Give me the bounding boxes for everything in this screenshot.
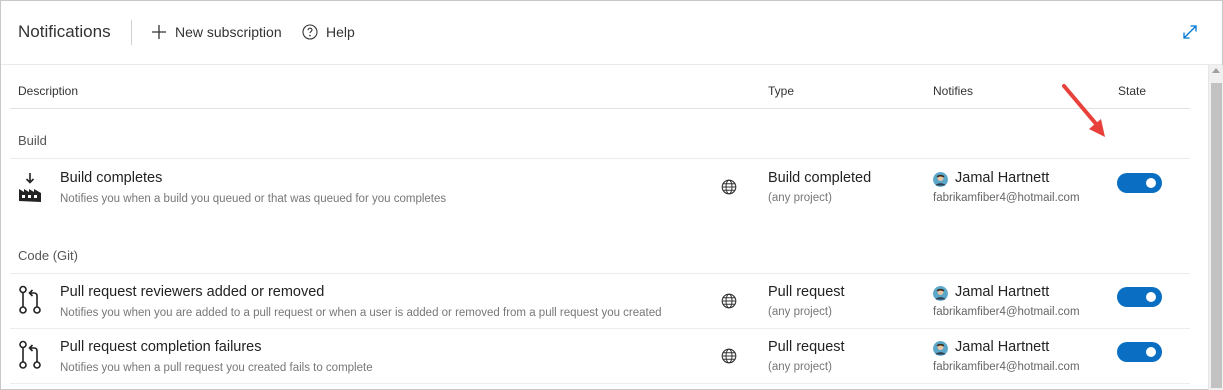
subscription-type: Build completed bbox=[768, 170, 872, 186]
header-divider-line bbox=[10, 108, 1190, 109]
group-header-build: Build bbox=[18, 133, 47, 148]
expand-icon[interactable] bbox=[1181, 23, 1199, 41]
help-label: Help bbox=[326, 24, 355, 40]
notifies-user-name: Jamal Hartnett bbox=[955, 284, 1050, 300]
toggle-knob bbox=[1146, 347, 1156, 357]
help-button[interactable]: Help bbox=[302, 19, 355, 45]
row-title: Build completes bbox=[60, 170, 163, 186]
row-description: Notifies you when a build you queued or … bbox=[60, 193, 447, 205]
header-divider bbox=[131, 20, 132, 45]
avatar bbox=[933, 286, 948, 301]
state-toggle[interactable] bbox=[1117, 342, 1162, 362]
column-header-notifies[interactable]: Notifies bbox=[933, 84, 973, 98]
row-description: Notifies you when a pull request you cre… bbox=[60, 362, 373, 374]
column-header-type[interactable]: Type bbox=[768, 84, 794, 98]
row-divider bbox=[10, 383, 1190, 384]
build-icon bbox=[18, 173, 42, 203]
type-scope: (any project) bbox=[768, 361, 832, 373]
globe-icon bbox=[721, 179, 737, 195]
plus-icon bbox=[151, 24, 167, 40]
globe-icon bbox=[721, 348, 737, 364]
group-header-code-git: Code (Git) bbox=[18, 248, 78, 263]
row-title: Pull request completion failures bbox=[60, 339, 262, 355]
row-title: Pull request reviewers added or removed bbox=[60, 284, 325, 300]
new-subscription-button[interactable]: New subscription bbox=[151, 19, 282, 45]
avatar bbox=[933, 341, 948, 356]
column-header-state[interactable]: State bbox=[1118, 84, 1146, 98]
new-subscription-label: New subscription bbox=[175, 24, 282, 40]
notifies-user-email: fabrikamfiber4@hotmail.com bbox=[933, 306, 1080, 318]
notifies-user-name: Jamal Hartnett bbox=[955, 170, 1050, 186]
state-toggle[interactable] bbox=[1117, 173, 1162, 193]
type-scope: (any project) bbox=[768, 306, 832, 318]
subscription-type: Pull request bbox=[768, 339, 845, 355]
toggle-knob bbox=[1146, 292, 1156, 302]
type-scope: (any project) bbox=[768, 192, 832, 204]
row-divider bbox=[10, 158, 1190, 159]
globe-icon bbox=[721, 293, 737, 309]
pull-request-icon bbox=[18, 340, 42, 370]
column-header-description[interactable]: Description bbox=[18, 84, 78, 98]
notifies-user-email: fabrikamfiber4@hotmail.com bbox=[933, 361, 1080, 373]
subscription-type: Pull request bbox=[768, 284, 845, 300]
scroll-up-arrow-icon[interactable] bbox=[1212, 68, 1220, 73]
notifies-user-email: fabrikamfiber4@hotmail.com bbox=[933, 192, 1080, 204]
row-divider bbox=[10, 328, 1190, 329]
row-divider bbox=[10, 273, 1190, 274]
pull-request-icon bbox=[18, 285, 42, 315]
header-bar: Notifications New subscription Help bbox=[1, 1, 1222, 65]
state-toggle[interactable] bbox=[1117, 287, 1162, 307]
notifications-panel: Notifications New subscription Help Desc… bbox=[0, 0, 1223, 390]
avatar bbox=[933, 172, 948, 187]
help-icon bbox=[302, 24, 318, 40]
page-title: Notifications bbox=[18, 22, 111, 41]
annotation-arrow-icon bbox=[1062, 84, 1105, 137]
scroll-thumb[interactable] bbox=[1211, 83, 1222, 388]
toggle-knob bbox=[1146, 178, 1156, 188]
row-description: Notifies you when you are added to a pul… bbox=[60, 307, 662, 319]
vertical-scrollbar[interactable] bbox=[1208, 65, 1223, 390]
notifies-user-name: Jamal Hartnett bbox=[955, 339, 1050, 355]
